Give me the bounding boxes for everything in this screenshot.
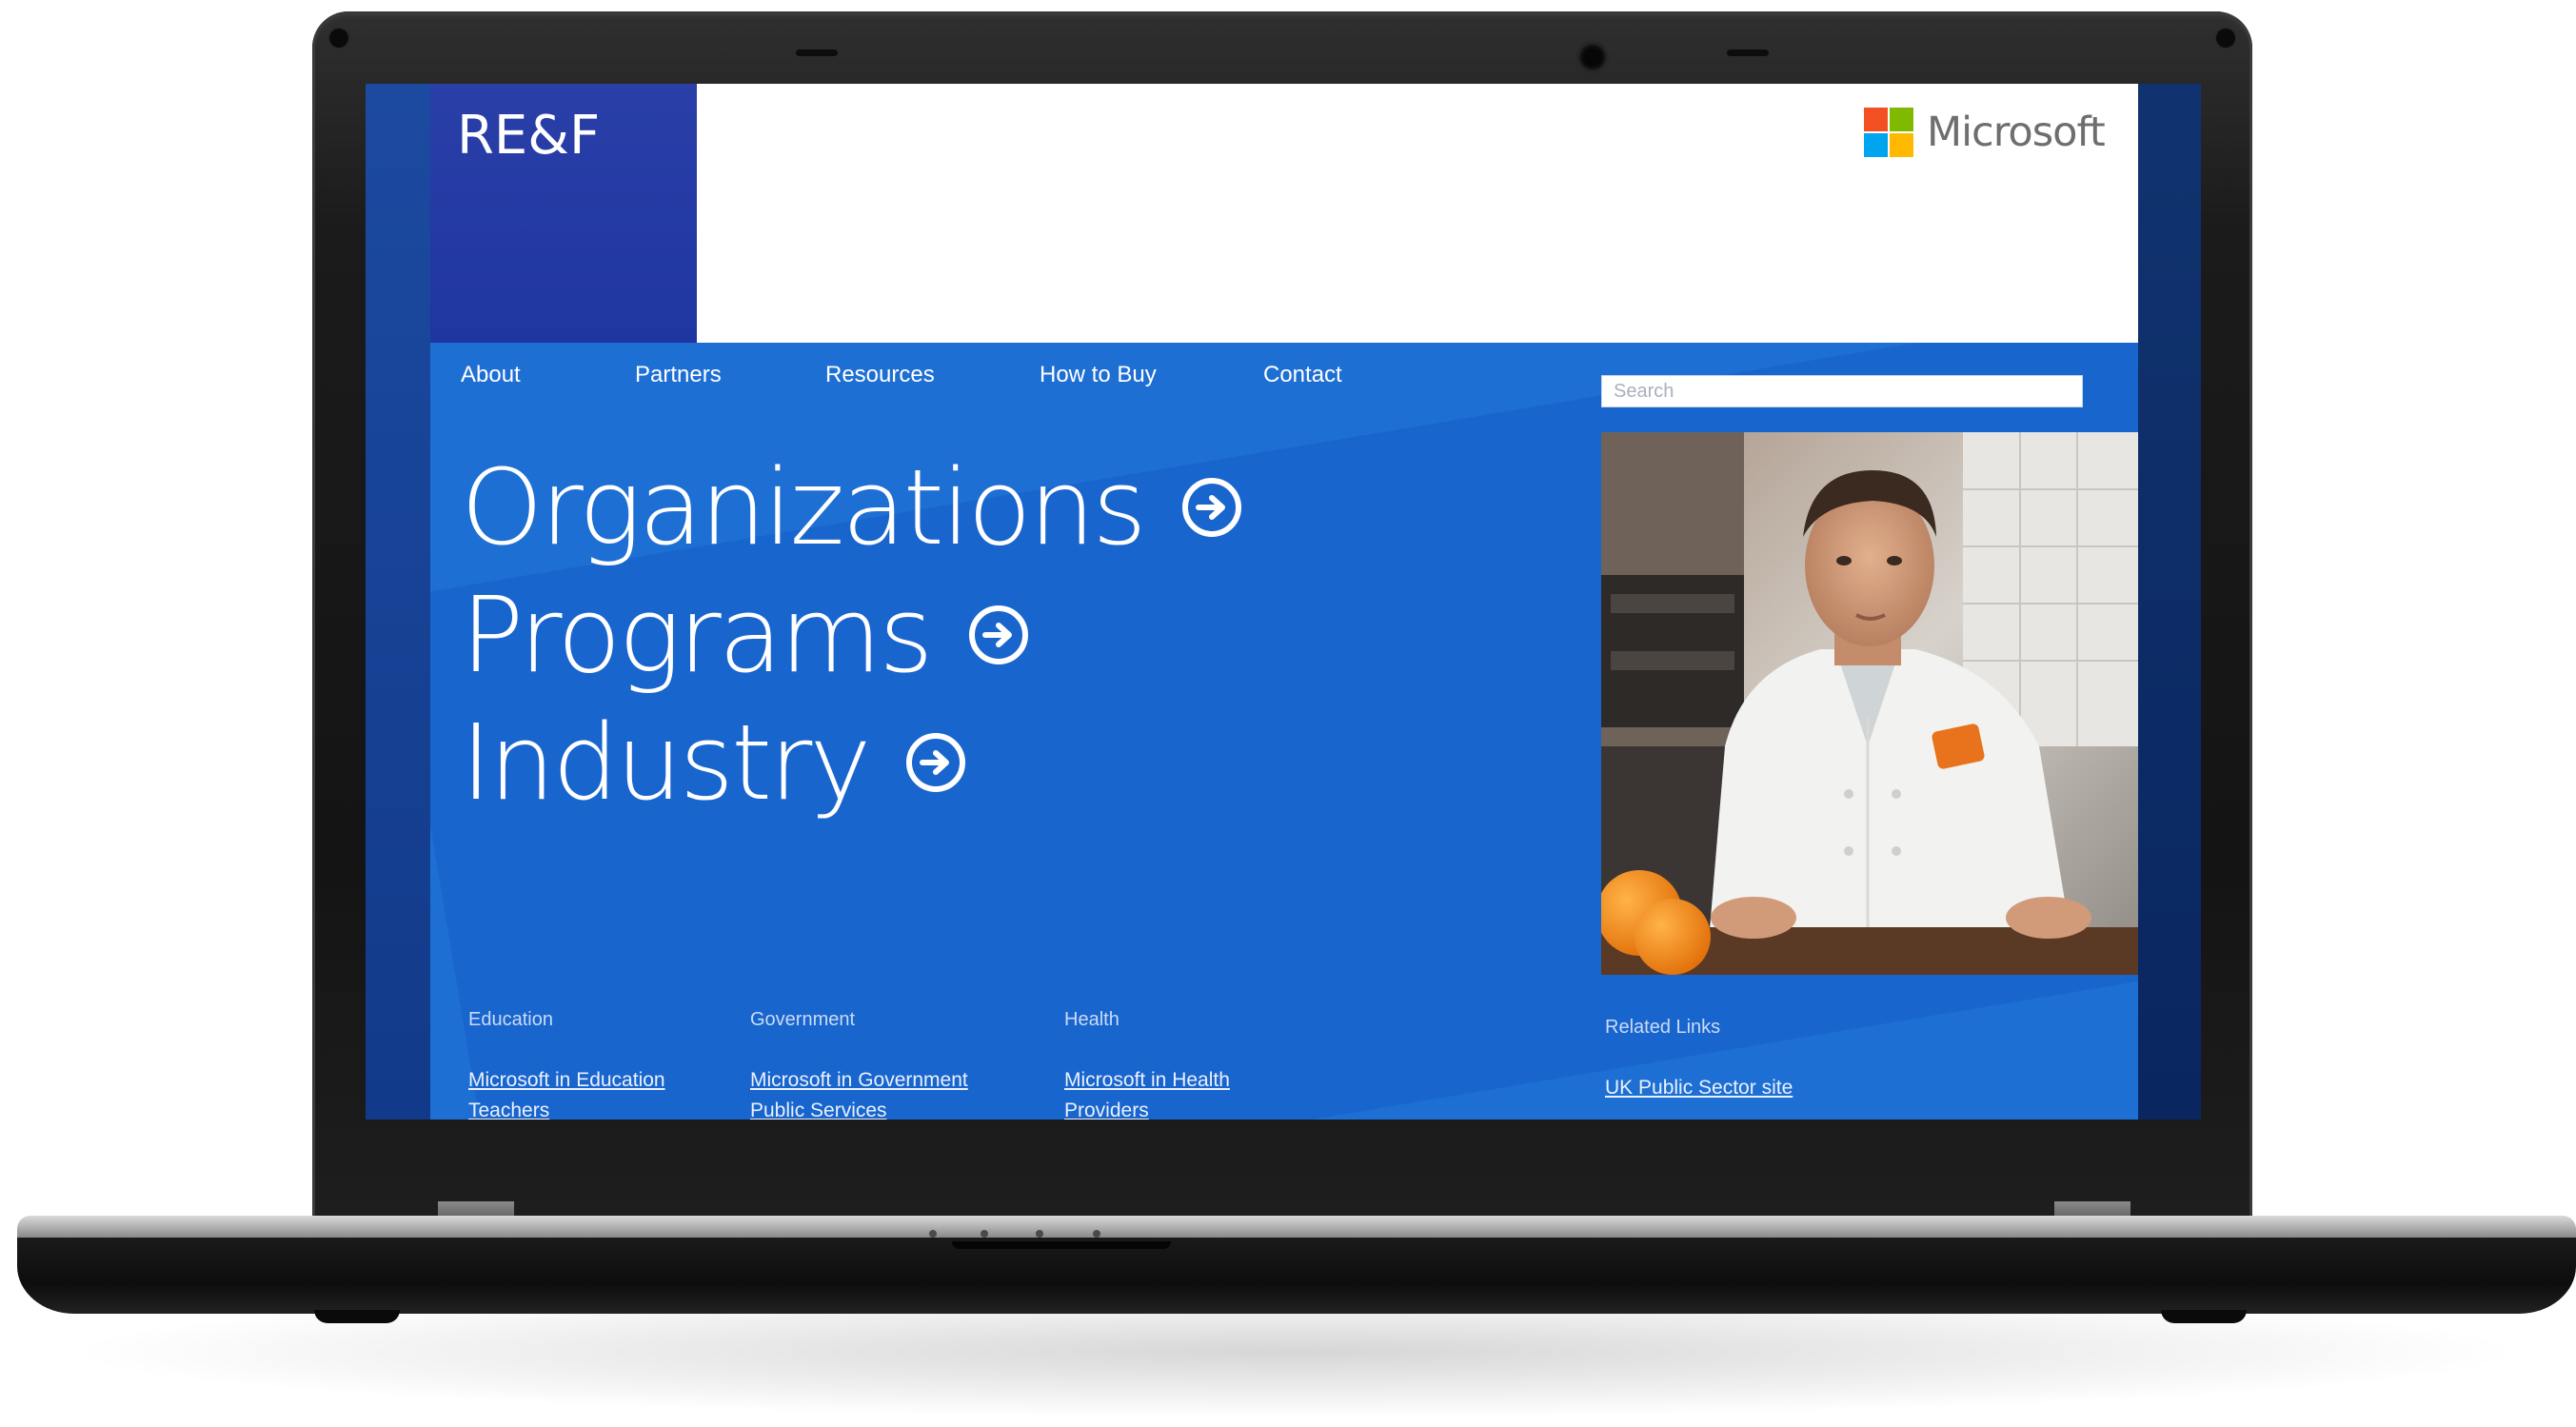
site-header: RE&F Microsoft xyxy=(430,84,2138,343)
brand-logo-block[interactable]: RE&F xyxy=(430,84,697,343)
bezel-screw-left xyxy=(329,29,348,48)
hero-link-organizations[interactable]: Organizations xyxy=(461,455,1241,560)
chef-photo xyxy=(1601,432,2138,975)
footer-heading: Health xyxy=(1064,1009,1120,1030)
microsoft-logo-icon xyxy=(1864,108,1913,157)
search-box xyxy=(1601,375,2083,407)
nav-item-partners[interactable]: Partners xyxy=(635,362,825,388)
indicator-light xyxy=(1093,1230,1100,1238)
microsoft-wordmark: Microsoft xyxy=(1927,109,2106,156)
arrow-right-circle-icon[interactable] xyxy=(1181,478,1241,537)
arrow-right-circle-icon[interactable] xyxy=(968,605,1028,664)
main-nav: About Partners Resources How to Buy Cont… xyxy=(461,362,1342,388)
laptop-foot-right xyxy=(2161,1310,2247,1323)
brand-logo[interactable]: RE&F xyxy=(457,105,600,167)
footer-heading: Related Links xyxy=(1605,1017,1721,1038)
footer-column-government: Government Microsoft in Government Publi… xyxy=(750,1009,968,1120)
nav-item-how-to-buy[interactable]: How to Buy xyxy=(1040,362,1263,388)
footer-heading: Education xyxy=(468,1009,553,1030)
laptop-foot-left xyxy=(314,1310,400,1323)
nav-item-resources[interactable]: Resources xyxy=(825,362,1040,388)
webcam-icon xyxy=(1579,44,1606,70)
hero-label: Organizations xyxy=(461,446,1147,568)
indicator-light xyxy=(1036,1230,1043,1238)
microsoft-logo[interactable]: Microsoft xyxy=(1864,108,2106,157)
bezel-slot-right xyxy=(1727,50,1769,56)
footer-link[interactable]: UK Public Sector site xyxy=(1605,1077,1793,1100)
nav-item-about[interactable]: About xyxy=(461,362,635,388)
footer-link[interactable]: Providers xyxy=(1064,1100,1230,1120)
website: RE&F Microsoft About Partners Resources … xyxy=(430,84,2138,1120)
footer-heading: Government xyxy=(750,1009,856,1030)
footer-link[interactable]: Microsoft in Government xyxy=(750,1069,968,1092)
footer-column-related-links: Related Links UK Public Sector site xyxy=(1605,1017,1793,1107)
hero-link-industry[interactable]: Industry xyxy=(461,702,966,823)
footer-link[interactable]: Microsoft in Education xyxy=(468,1069,665,1092)
footer-link[interactable]: Public Services xyxy=(750,1100,968,1120)
bezel-screw-right xyxy=(2216,29,2235,48)
footer-column-health: Health Microsoft in Health Providers xyxy=(1064,1009,1230,1120)
laptop-base xyxy=(17,1238,2576,1314)
indicator-light xyxy=(981,1230,988,1238)
laptop-screen: RE&F Microsoft About Partners Resources … xyxy=(366,84,2201,1120)
screen-edge-right xyxy=(2138,84,2201,1120)
arrow-right-circle-icon[interactable] xyxy=(906,733,966,792)
search-input[interactable] xyxy=(1602,376,2082,406)
footer-column-education: Education Microsoft in Education Teacher… xyxy=(468,1009,665,1120)
footer-link[interactable]: Teachers xyxy=(468,1100,665,1120)
hero-label: Programs xyxy=(461,574,934,696)
nav-item-contact[interactable]: Contact xyxy=(1263,362,1342,388)
hero-label: Industry xyxy=(461,702,871,823)
indicator-light xyxy=(929,1230,937,1238)
footer-link[interactable]: Microsoft in Health xyxy=(1064,1069,1230,1092)
bezel-slot-left xyxy=(796,50,838,56)
hero-link-programs[interactable]: Programs xyxy=(461,583,1028,687)
screen-edge-left xyxy=(366,84,430,1120)
laptop-base-notch xyxy=(952,1241,1171,1249)
